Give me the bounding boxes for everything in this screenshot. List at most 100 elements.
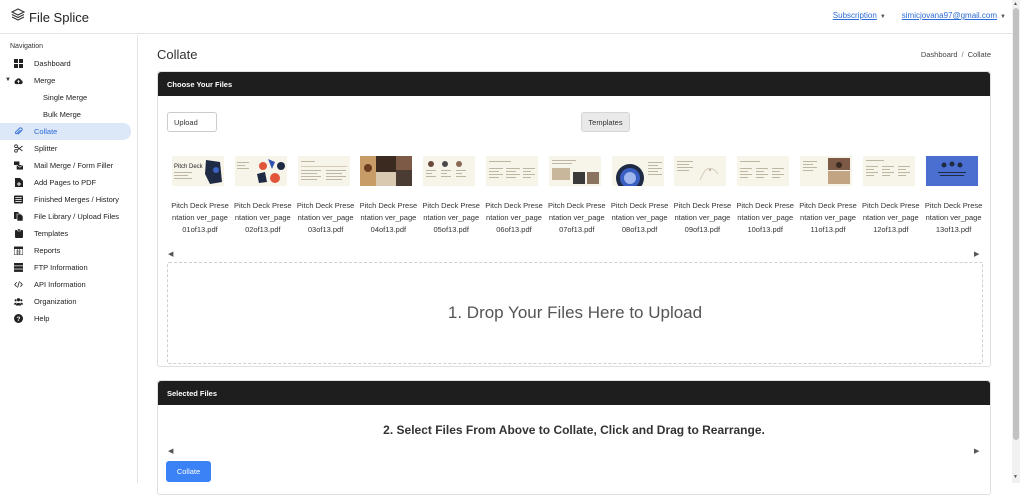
- scroll-down-arrow-icon[interactable]: ▼: [1013, 474, 1018, 480]
- file-name: Pitch Deck Presentation ver_page08of13.p…: [610, 201, 669, 234]
- scroll-up-arrow-icon[interactable]: ▲: [1013, 1, 1018, 7]
- top-bar: File Splice Subscription ▼ simicjovana97@…: [0, 0, 1012, 34]
- sidebar-item-label: Bulk Merge: [43, 110, 81, 119]
- file-preview-image[interactable]: [862, 156, 915, 186]
- sidebar-item-label: Mail Merge / Form Filler: [34, 161, 114, 170]
- selected-files-instructions: 2. Select Files From Above to Collate, C…: [383, 423, 765, 437]
- sidebar-item-label: Collate: [34, 127, 58, 136]
- choose-files-heading: Choose Your Files: [158, 72, 990, 96]
- file-name: Pitch Deck Presentation ver_page12of13.p…: [862, 201, 920, 234]
- file-name: Pitch Deck Presentation ver_page07of13.p…: [548, 201, 606, 234]
- file-plus-icon: [14, 178, 23, 187]
- scroll-right-arrow-icon[interactable]: ▶: [974, 447, 979, 455]
- sidebar-item-organization[interactable]: Organization: [0, 293, 137, 310]
- sidebar-item-help[interactable]: ? Help: [0, 310, 137, 327]
- file-preview-image[interactable]: [737, 156, 790, 186]
- grid-icon: [14, 59, 23, 68]
- sidebar-item-templates[interactable]: Templates: [0, 225, 137, 242]
- svg-text:?: ?: [17, 316, 21, 323]
- main-content: Collate Dashboard / Collate Choose Your Fi…: [139, 35, 1012, 495]
- choose-files-card: Choose Your Files Upload Templates Pitch…: [157, 71, 991, 367]
- sidebar-item-splitter[interactable]: Splitter: [0, 140, 137, 157]
- sidebar: Navigation Dashboard ▼ Merge Single Merge Bu…: [0, 35, 138, 483]
- question-circle-icon: ?: [14, 314, 23, 323]
- file-name: Pitch Deck Presentation ver_page06of13.p…: [485, 201, 543, 234]
- file-name: Pitch Deck Presentation ver_page13of13.p…: [924, 201, 983, 234]
- sidebar-item-label: Splitter: [34, 144, 58, 153]
- file-preview-image[interactable]: Pitch Deck: [172, 156, 224, 186]
- caret-down-icon: ▼: [1000, 14, 1006, 20]
- file-preview-image[interactable]: [297, 156, 350, 186]
- file-preview-image[interactable]: [234, 156, 287, 186]
- sidebar-item-single-merge[interactable]: Single Merge: [0, 89, 137, 106]
- brand[interactable]: File Splice: [10, 8, 89, 26]
- sidebar-item-reports[interactable]: Reports: [0, 242, 137, 259]
- file-name: Pitch Deck Presentation ver_page11of13.p…: [799, 201, 857, 234]
- templates-button[interactable]: Templates: [581, 112, 630, 132]
- sidebar-item-label: FTP Information: [34, 263, 88, 272]
- subscription-link[interactable]: Subscription: [833, 11, 877, 20]
- sidebar-item-ftp-information[interactable]: FTP Information: [0, 259, 137, 276]
- file-preview-image[interactable]: [486, 156, 538, 186]
- file-name: Pitch Deck Presentation ver_page05of13.p…: [422, 201, 480, 234]
- sidebar-item-mail-merge-form-filler[interactable]: Mail Merge / Form Filler: [0, 157, 137, 174]
- account-menu[interactable]: simicjovana97@gmail.com ▼: [902, 11, 1006, 20]
- upload-button[interactable]: Upload: [167, 112, 217, 132]
- sidebar-item-label: Reports: [34, 246, 61, 255]
- file-dropzone[interactable]: 1. Drop Your Files Here to Upload: [167, 262, 983, 364]
- sidebar-item-dashboard[interactable]: Dashboard: [0, 55, 137, 72]
- file-name: Pitch Deck Presentation ver_page03of13.p…: [296, 201, 355, 234]
- sidebar-item-collate[interactable]: Collate: [0, 123, 131, 140]
- file-preview-image[interactable]: [674, 156, 727, 186]
- sidebar-item-label: File Library / Upload Files: [34, 212, 120, 221]
- sidebar-item-label: Single Merge: [43, 93, 88, 102]
- server-icon: [14, 263, 23, 272]
- breadcrumb: Dashboard / Collate: [921, 50, 991, 59]
- file-library-icon: [14, 212, 23, 221]
- thumb-title: Pitch Deck: [174, 164, 204, 170]
- file-preview-image[interactable]: [925, 156, 978, 186]
- sidebar-item-label: Merge: [34, 76, 56, 85]
- calendar-icon: [14, 246, 23, 255]
- scroll-right-arrow-icon[interactable]: ▶: [974, 250, 979, 258]
- breadcrumb-current: Collate: [967, 50, 991, 59]
- file-preview-image[interactable]: [360, 156, 413, 186]
- file-preview-image[interactable]: [548, 156, 601, 186]
- scroll-left-arrow-icon[interactable]: ◀: [168, 250, 173, 258]
- breadcrumb-dashboard[interactable]: Dashboard: [921, 50, 958, 59]
- window-scrollbar[interactable]: ▲ ▼: [1012, 0, 1020, 483]
- caret-down-icon: ▼: [879, 14, 886, 20]
- inbox-icon: [14, 195, 23, 204]
- scroll-left-arrow-icon[interactable]: ◀: [168, 447, 173, 455]
- scrollbar-thumb[interactable]: [1013, 8, 1019, 440]
- sidebar-item-add-pages-to-pdf[interactable]: Add Pages to PDF: [0, 174, 137, 191]
- file-name: Pitch Deck Presentation ver_page01of13.p…: [171, 201, 229, 234]
- sidebar-item-bulk-merge[interactable]: Bulk Merge: [0, 106, 137, 123]
- scissors-icon: [14, 144, 23, 153]
- sidebar-item-label: Templates: [34, 229, 69, 238]
- nav-list: Dashboard ▼ Merge Single Merge Bulk Merge Col…: [0, 55, 137, 327]
- file-name: Pitch Deck Presentation ver_page10of13.p…: [736, 201, 794, 234]
- nav-heading: Navigation: [10, 43, 44, 50]
- file-name: Pitch Deck Presentation ver_page04of13.p…: [359, 201, 418, 234]
- dropzone-text: 1. Drop Your Files Here to Upload: [447, 303, 703, 322]
- collate-button[interactable]: Collate: [166, 461, 211, 482]
- expand-caret-icon[interactable]: ▼: [5, 77, 11, 83]
- selected-files-heading: Selected Files: [158, 381, 990, 405]
- sidebar-item-finished-merges-history[interactable]: Finished Merges / History: [0, 191, 137, 208]
- selected-files-card: Selected Files 2. Select Files From Abov…: [157, 380, 991, 495]
- file-preview-image[interactable]: [800, 156, 852, 186]
- file-preview-image[interactable]: [423, 156, 476, 186]
- sidebar-item-label: API Information: [34, 280, 86, 289]
- sidebar-item-api-information[interactable]: API Information: [0, 276, 137, 293]
- clipboard-icon: [14, 229, 23, 238]
- subscription-menu[interactable]: Subscription ▼: [833, 11, 886, 20]
- file-preview-image[interactable]: [611, 156, 664, 186]
- sidebar-item-label: Finished Merges / History: [34, 195, 120, 204]
- sidebar-item-merge[interactable]: ▼ Merge: [0, 72, 137, 89]
- file-thumbnails: Pitch Deck Pitch Deck Presentation ver_pa…: [170, 156, 982, 246]
- sidebar-item-label: Add Pages to PDF: [34, 178, 97, 187]
- account-email-link[interactable]: simicjovana97@gmail.com: [902, 11, 997, 20]
- sidebar-item-file-library-upload-files[interactable]: File Library / Upload Files: [0, 208, 137, 225]
- paperclip-icon: [14, 127, 23, 136]
